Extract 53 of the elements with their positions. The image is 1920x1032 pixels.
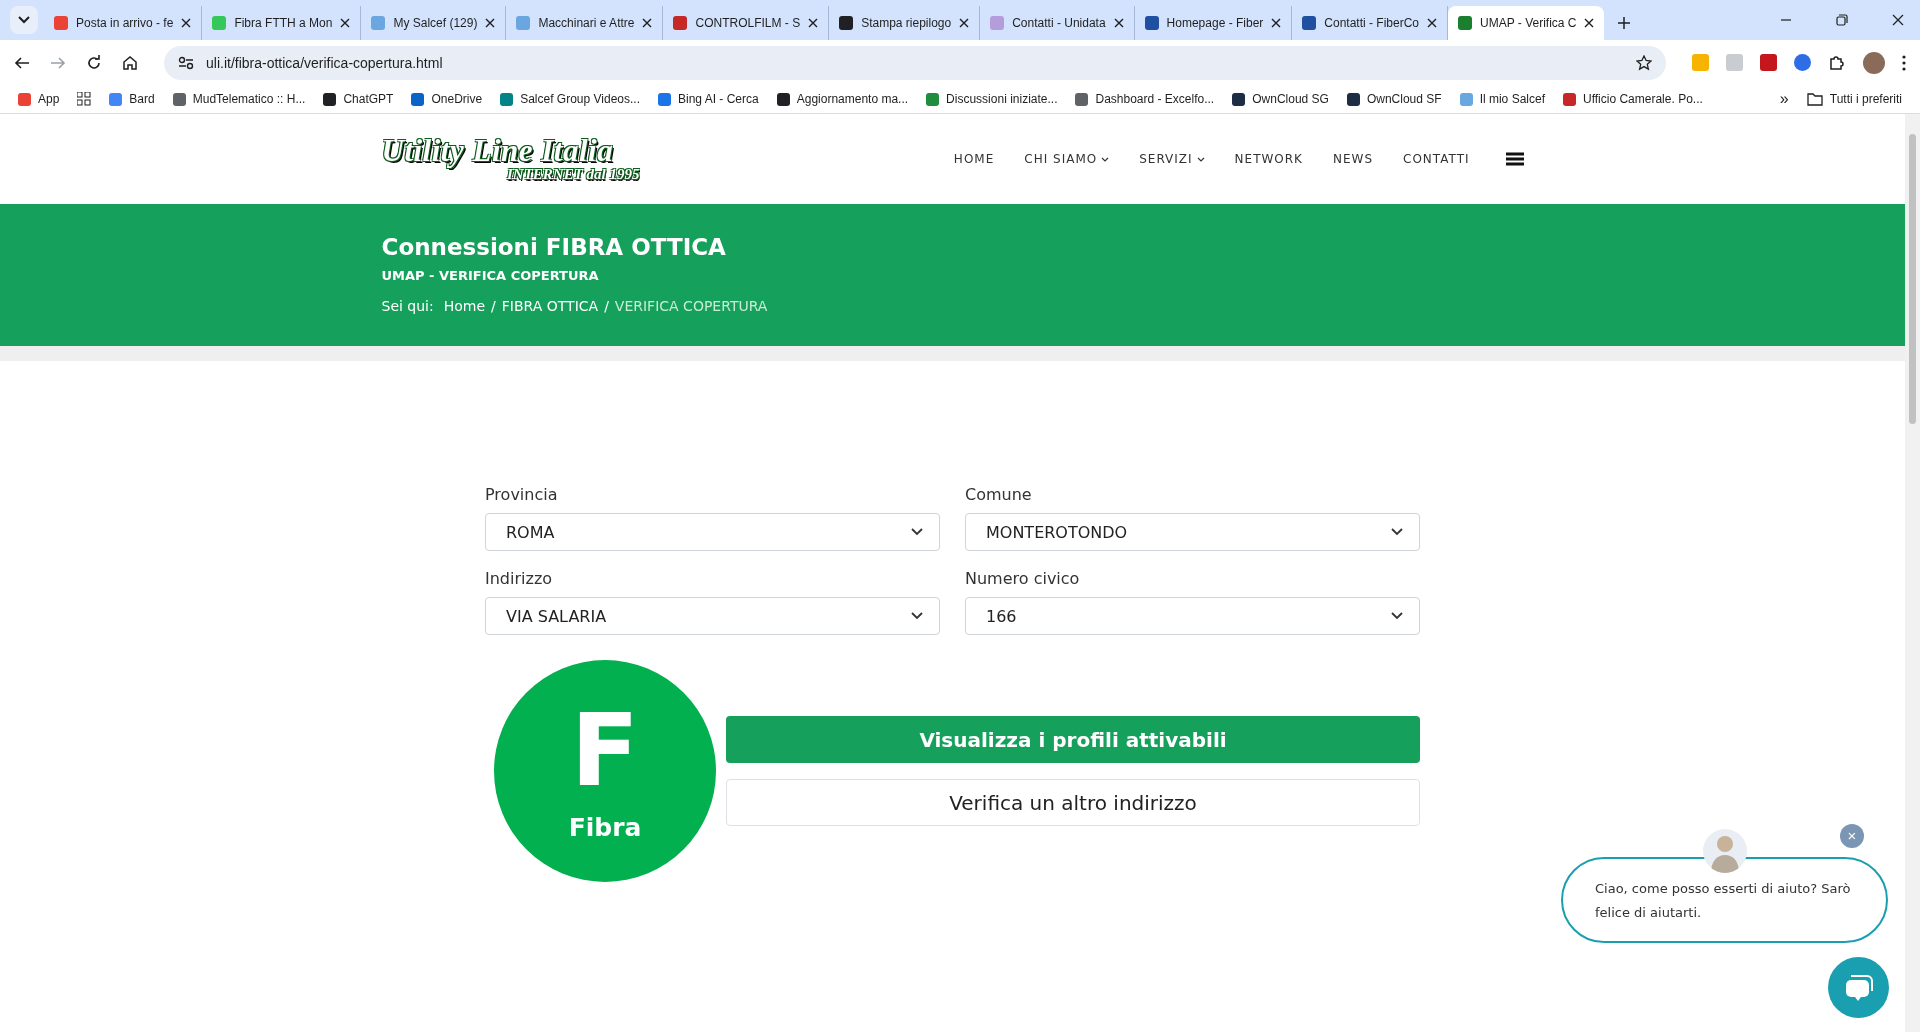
bookmark-item[interactable]: OwnCloud SF <box>1346 92 1442 106</box>
nav-link[interactable]: SERVIZI <box>1139 152 1205 166</box>
tab-title: Fibra FTTH a Mon <box>234 16 333 30</box>
nav-link[interactable]: CONTATTI <box>1403 152 1470 166</box>
tab-title: My Salcef (129) <box>393 16 478 30</box>
nav-link[interactable]: CHI SIAMO <box>1024 152 1110 166</box>
page-title: Connessioni FIBRA OTTICA <box>381 234 727 260</box>
tab-title: Contatti - FiberCo <box>1324 16 1419 30</box>
select-field[interactable]: ROMA <box>485 513 940 551</box>
more-bookmarks-button[interactable]: » <box>1779 90 1789 108</box>
bookmark-item[interactable]: Bard <box>109 92 155 106</box>
bookmark-item[interactable]: Salcef Group Videos... <box>500 92 640 106</box>
all-bookmarks-button[interactable]: Tutti i preferiti <box>1806 92 1902 106</box>
breadcrumb-label: Sei qui: <box>381 298 434 314</box>
breadcrumb-current: VERIFICA COPERTURA <box>614 298 768 314</box>
tab-title: Homepage - Fiber <box>1166 16 1264 30</box>
nav-link[interactable]: NEWS <box>1333 152 1374 166</box>
tab-title: Posta in arrivo - fe <box>76 16 174 30</box>
bookmark-item[interactable]: Il mio Salcef <box>1459 92 1545 106</box>
action-button[interactable]: Verifica un altro indirizzo <box>726 779 1420 826</box>
bookmark-item[interactable]: OwnCloud SG <box>1232 92 1329 106</box>
nav-link[interactable]: NETWORK <box>1234 152 1303 166</box>
select-field[interactable]: MONTEROTONDO <box>965 513 1420 551</box>
bookmark-item[interactable]: MudTelematico :: H... <box>172 92 306 106</box>
field-label: Numero civico <box>965 569 1081 588</box>
chat-message: Ciao, come posso esserti di aiuto? Sarò felice di aiutarti. <box>1595 880 1852 922</box>
bookmark-item[interactable]: Dashboard - Excelfo... <box>1075 92 1215 106</box>
url-text: uli.it/fibra-ottica/verifica-copertura.html <box>206 54 444 71</box>
tab-title: UMAP - Verifica C <box>1480 16 1577 30</box>
tab-title: CONTROLFILM - S <box>695 16 801 30</box>
nav-link[interactable]: HOME <box>953 152 995 166</box>
bookmark-item[interactable]: OneDrive <box>411 92 483 106</box>
bookmark-item[interactable]: Bing AI - Cerca <box>658 92 759 106</box>
breadcrumb-separator: / <box>491 298 496 314</box>
bookmark-item[interactable]: Discussioni iniziate... <box>926 92 1058 106</box>
select-field[interactable]: VIA SALARIA <box>485 597 940 635</box>
bookmark-item[interactable]: Aggiornamento ma... <box>776 92 909 106</box>
tab-title: Stampa riepilogo <box>861 16 952 30</box>
field-label: Provincia <box>485 485 559 504</box>
page-subtitle: UMAP - VERIFICA COPERTURA <box>381 268 600 283</box>
breadcrumb-separator: / <box>604 298 609 314</box>
site-logo[interactable]: Utility Line Italia INTERNET dal 1995 <box>381 135 644 183</box>
field-label: Comune <box>965 485 1033 504</box>
bookmark-item[interactable]: Ufficio Camerale. Po... <box>1563 92 1703 106</box>
select-field[interactable]: 166 <box>965 597 1420 635</box>
bookmark-item[interactable]: App <box>18 92 60 106</box>
address-bar[interactable]: uli.it/fibra-ottica/verifica-copertura.html <box>164 45 1666 80</box>
tab-title: Macchinari e Attre <box>538 16 635 30</box>
browser-tab[interactable]: UMAP - Verifica C <box>1448 6 1605 40</box>
bookmark-item[interactable]: ChatGPT <box>323 92 394 106</box>
field-label: Indirizzo <box>485 569 554 588</box>
fiber-coverage-badge: F Fibra <box>494 660 716 882</box>
tab-title: Contatti - Unidata <box>1012 16 1106 30</box>
